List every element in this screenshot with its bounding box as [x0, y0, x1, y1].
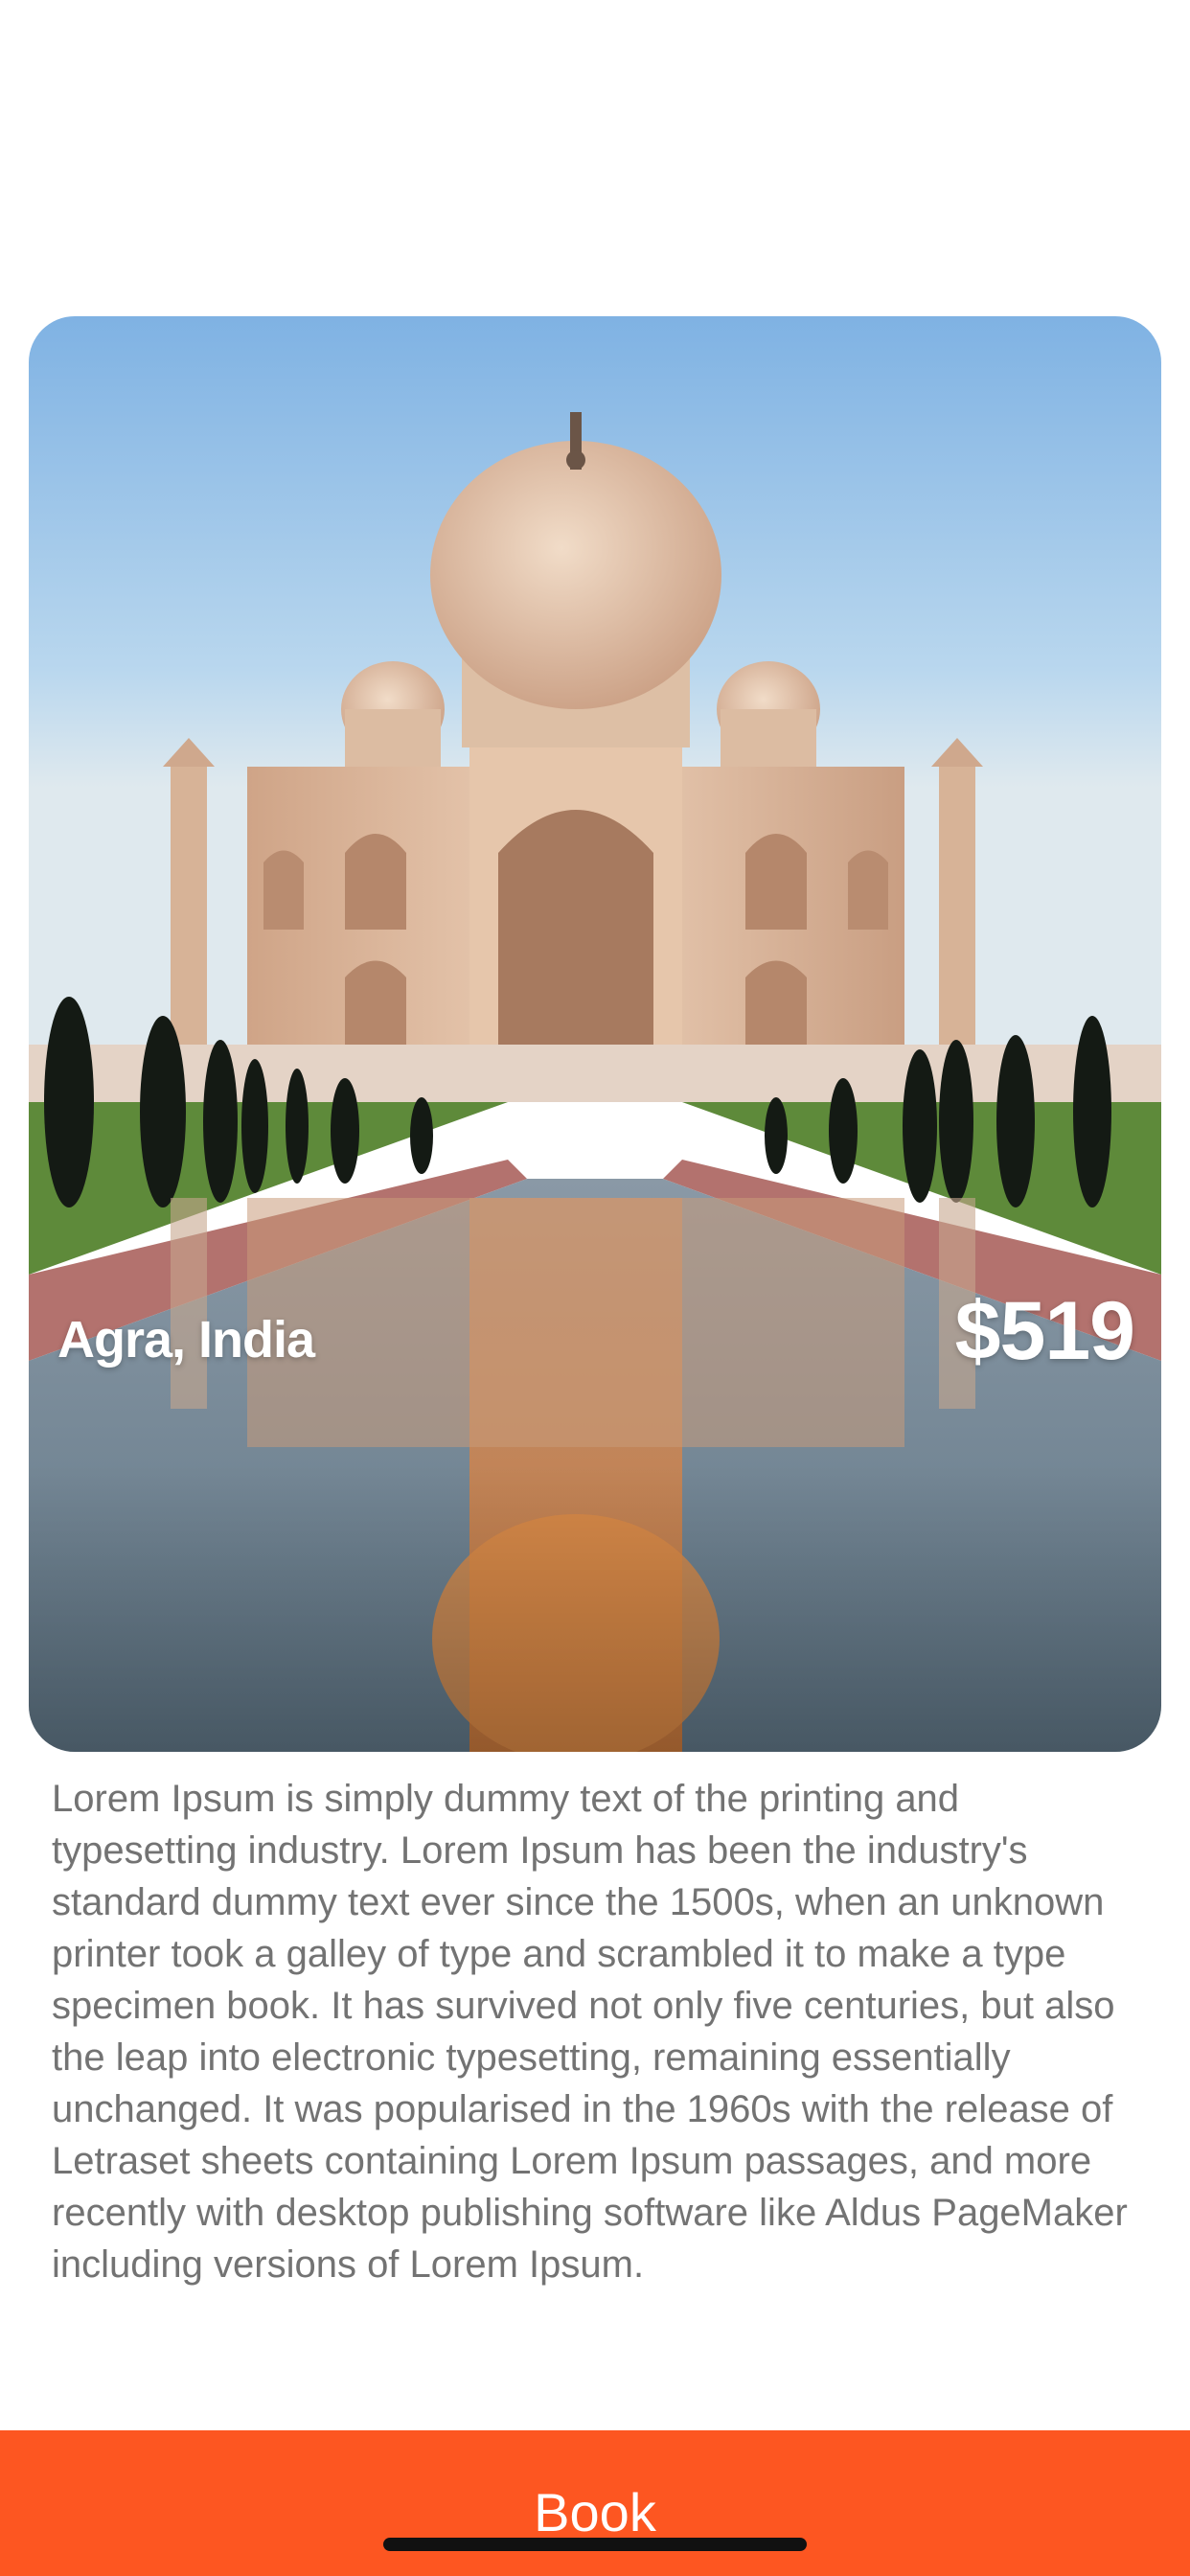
- image-shade: [29, 1464, 1161, 1752]
- destination-price: $519: [954, 1285, 1135, 1377]
- home-indicator[interactable]: [383, 2538, 807, 2551]
- destination-detail-screen: Agra, India $519 Lorem Ipsum is simply d…: [0, 0, 1190, 2576]
- destination-location: Agra, India: [57, 1311, 315, 1368]
- destination-card: [29, 316, 1161, 1752]
- destination-description: Lorem Ipsum is simply dummy text of the …: [52, 1778, 1128, 2286]
- book-button[interactable]: Book: [0, 2430, 1190, 2576]
